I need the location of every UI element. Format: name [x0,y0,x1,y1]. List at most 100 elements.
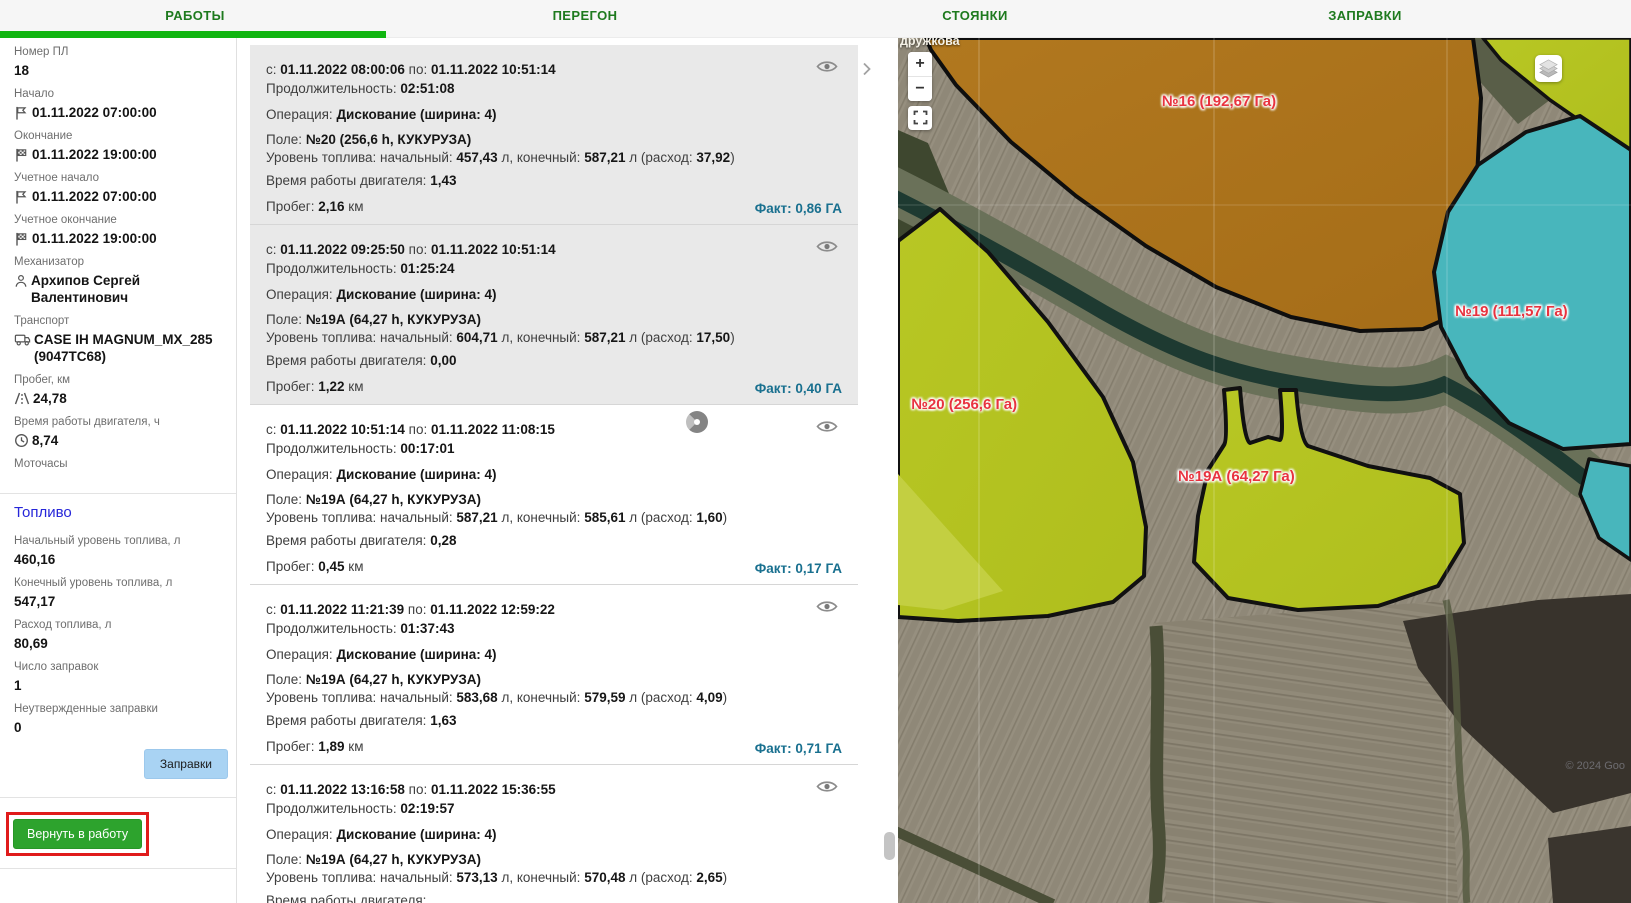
fuel-section-title: Топливо [14,504,236,521]
sidebar-field-label: Окончание [14,130,226,142]
map-field-label: №16 (192,67 Га) [1162,93,1276,110]
work-duration: Продолжительность: 02:19:57 [266,799,842,818]
fuel-field-label: Начальный уровень топлива, л [14,535,226,547]
sidebar-field-label: Номер ПЛ [14,46,226,58]
eye-icon[interactable] [816,59,838,79]
work-card[interactable]: с: 01.11.2022 13:16:58 по: 01.11.2022 15… [250,765,858,903]
fuel-field: Начальный уровень топлива, л 460,16 [14,535,226,568]
app-window: РАБОТЫ ПЕРЕГОН СТОЯНКИ ЗАПРАВКИ Номер ПЛ… [0,0,1631,903]
tabbar: РАБОТЫ ПЕРЕГОН СТОЯНКИ ЗАПРАВКИ [0,0,1631,38]
sidebar-field-value: CASE IH MAGNUM_MX_285 (9047TC68) [14,331,226,365]
sidebar-field: Механизатор Архипов Сергей Валентинович [14,256,226,306]
sidebar-field: Пробег, км 24,78 [14,374,226,407]
work-engine-time: Время работы двигателя: 0,00 [266,351,842,370]
return-to-work-button[interactable]: Вернуть в работу [13,819,142,849]
chevron-right-icon[interactable] [862,62,871,81]
works-list: с: 01.11.2022 08:00:06 по: 01.11.2022 10… [237,38,860,903]
fuel-field-value: 0 [14,719,226,736]
fuel-field: Конечный уровень топлива, л 547,17 [14,577,226,610]
work-period: с: 01.11.2022 11:21:39 по: 01.11.2022 12… [266,600,842,619]
work-field: Поле: №19А (64,27 h, КУКУРУЗА) [266,311,842,329]
satellite-map[interactable]: дружкова №16 (192,67 Га) №19 (111,57 Га)… [898,38,1631,903]
fullscreen-icon [913,110,928,125]
fact-area-value: Факт: 0,40 ГА [755,379,842,398]
sidebar-field: Номер ПЛ 18 [14,46,226,79]
map-field-label: №19А (64,27 Га) [1178,468,1295,485]
annotation-highlight-frame: Вернуть в работу [6,812,149,856]
sidebar-field-value: 01.11.2022 07:00:00 [14,188,226,205]
work-duration: Продолжительность: 00:17:01 [266,439,842,458]
work-engine-time: Время работы двигателя: 1,43 [266,171,842,190]
work-period: с: 01.11.2022 09:25:50 по: 01.11.2022 10… [266,240,842,259]
person-icon [14,273,28,289]
work-operation: Операция: Дискование (ширина: 4) [266,825,842,844]
fact-area-value: Факт: 0,17 ГА [755,559,842,578]
work-duration: Продолжительность: 02:51:08 [266,79,842,98]
sidebar-field-value: Архипов Сергей Валентинович [14,272,226,306]
eye-icon[interactable] [816,779,838,799]
eye-icon[interactable] [816,419,838,439]
fullscreen-button[interactable] [908,106,932,130]
sidebar-field-value: 01.11.2022 19:00:00 [14,146,226,163]
fuel-field-label: Конечный уровень топлива, л [14,577,226,589]
work-fuel: Уровень топлива: начальный: 457,43 л, ко… [266,149,842,166]
fuel-field: Число заправок 1 [14,661,226,694]
tab[interactable]: СТОЯНКИ [780,0,1170,38]
sidebar-field-value: 01.11.2022 07:00:00 [14,104,226,121]
zoom-in-button[interactable]: + [908,52,932,76]
sidebar-field: Учетное начало 01.11.2022 07:00:00 [14,172,226,205]
flag-finish-icon [14,147,29,163]
fuel-field-label: Расход топлива, л [14,619,226,631]
fuel-field-label: Число заправок [14,661,226,673]
eye-icon[interactable] [816,239,838,259]
sidebar-field-label: Моточасы [14,458,226,470]
sidebar-field-label: Учетное начало [14,172,226,184]
sidebar-field: Время работы двигателя, ч 8,74 [14,416,226,449]
work-field: Поле: №19А (64,27 h, КУКУРУЗА) [266,671,842,689]
sidebar-field-value: 01.11.2022 19:00:00 [14,230,226,247]
tab-label: ПЕРЕГОН [390,0,780,23]
sidebar-field-value: 8,74 [14,432,226,449]
work-card[interactable]: с: 01.11.2022 09:25:50 по: 01.11.2022 10… [250,225,858,405]
work-field: Поле: №19А (64,27 h, КУКУРУЗА) [266,491,842,509]
sidebar-field: Транспорт CASE IH MAGNUM_MX_285 (9047TC6… [14,315,226,365]
fuel-field-value: 460,16 [14,551,226,568]
fuel-fields: Начальный уровень топлива, л 460,16 Коне… [0,535,236,736]
work-card[interactable]: с: 01.11.2022 08:00:06 по: 01.11.2022 10… [250,45,858,225]
fact-area-value: Факт: 0,71 ГА [755,739,842,758]
zoom-out-button[interactable]: − [908,77,932,101]
fuel-field: Расход топлива, л 80,69 [14,619,226,652]
tab-label: РАБОТЫ [0,0,390,23]
tab[interactable]: ЗАПРАВКИ [1170,0,1560,38]
work-engine-time: Время работы двигателя: 1,63 [266,711,842,730]
work-fuel: Уровень топлива: начальный: 583,68 л, ко… [266,689,842,706]
road-icon [14,391,30,406]
tab[interactable]: ПЕРЕГОН [390,0,780,38]
map-attribution: © 2024 Goo [1566,760,1625,772]
tab-label: ЗАПРАВКИ [1170,0,1560,23]
sidebar-field-value: 24,78 [14,390,226,407]
tab[interactable]: РАБОТЫ [0,0,390,38]
flag-start-icon [14,105,29,121]
divider [0,493,236,494]
map-place-label: дружкова [900,38,960,48]
dark-field-patch [1548,826,1631,903]
sidebar-field: Начало 01.11.2022 07:00:00 [14,88,226,121]
work-fuel: Уровень топлива: начальный: 587,21 л, ко… [266,509,842,526]
work-card[interactable]: с: 01.11.2022 11:21:39 по: 01.11.2022 12… [250,585,858,765]
scrollbar-thumb[interactable] [884,832,895,860]
fuel-field-value: 1 [14,677,226,694]
work-operation: Операция: Дискование (ширина: 4) [266,285,842,304]
work-fuel: Уровень топлива: начальный: 604,71 л, ко… [266,329,842,346]
divider [0,797,236,798]
clock-icon [14,433,29,448]
work-card[interactable]: с: 01.11.2022 10:51:14 по: 01.11.2022 11… [250,405,858,585]
map-field-label: №20 (256,6 Га) [911,396,1017,413]
fuel-field-value: 547,17 [14,593,226,610]
layers-button[interactable] [1535,55,1562,82]
eye-icon[interactable] [816,599,838,619]
work-period: с: 01.11.2022 08:00:06 по: 01.11.2022 10… [266,60,842,79]
refuels-button[interactable]: Заправки [144,749,228,779]
work-period: с: 01.11.2022 13:16:58 по: 01.11.2022 15… [266,780,842,799]
sidebar-field-label: Учетное окончание [14,214,226,226]
